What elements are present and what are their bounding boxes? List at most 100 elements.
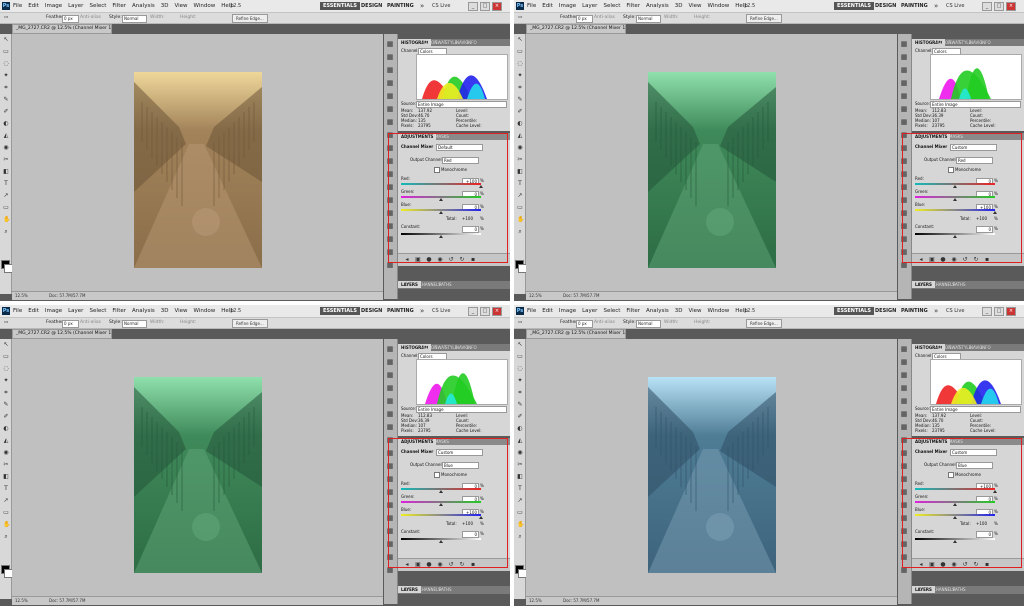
tool-icon[interactable]: ✂: [3, 157, 9, 163]
menu-item[interactable]: Layer: [582, 0, 597, 12]
dock-panel-icon[interactable]: ▦: [900, 66, 908, 74]
menu-item[interactable]: Analysis: [646, 305, 669, 317]
menu-item[interactable]: File: [527, 305, 536, 317]
refine-edge-button[interactable]: Refine Edge...: [232, 14, 268, 23]
tool-icon[interactable]: ✋: [517, 522, 524, 528]
source-select[interactable]: Entire Image: [416, 406, 507, 413]
cs-live-button[interactable]: CS Live: [432, 2, 450, 10]
tab-paths[interactable]: PATHS: [950, 586, 969, 593]
menu-item[interactable]: 3D: [161, 305, 169, 317]
menu-item[interactable]: Layer: [68, 0, 83, 12]
minimize-icon[interactable]: _: [982, 2, 992, 11]
tool-icon[interactable]: ↗: [517, 498, 523, 504]
dock-panel-icon[interactable]: ▦: [386, 92, 394, 100]
tool-icon[interactable]: T: [3, 486, 9, 492]
dock-panel-icon[interactable]: ▦: [900, 358, 908, 366]
refine-edge-button[interactable]: Refine Edge...: [232, 319, 268, 328]
dock-panel-icon[interactable]: ▦: [386, 397, 394, 405]
tool-icon[interactable]: ◉: [3, 450, 9, 456]
workspace-overflow-icon[interactable]: »: [420, 306, 424, 316]
document-canvas[interactable]: [526, 34, 897, 291]
tool-icon[interactable]: ◧: [517, 169, 523, 175]
minimize-icon[interactable]: _: [982, 307, 992, 316]
menu-item[interactable]: File: [13, 0, 22, 12]
tool-icon[interactable]: ◧: [517, 474, 523, 480]
tool-icon[interactable]: ⌗: [517, 85, 523, 91]
workspace-overflow-icon[interactable]: »: [420, 1, 424, 11]
tool-icon[interactable]: ✎: [3, 402, 9, 408]
menu-item[interactable]: Select: [603, 305, 620, 317]
dock-panel-icon[interactable]: ▦: [900, 345, 908, 353]
tool-icon[interactable]: ↗: [3, 498, 9, 504]
tool-icon[interactable]: ✐: [517, 414, 523, 420]
style-select[interactable]: Normal: [122, 320, 147, 328]
menu-item[interactable]: Image: [559, 0, 576, 12]
tool-icon[interactable]: ✋: [3, 217, 10, 223]
antialias-checkbox[interactable]: Anti-alias: [594, 319, 615, 327]
menu-item[interactable]: Analysis: [132, 0, 155, 12]
zoom-menu[interactable]: 12.5: [744, 305, 755, 317]
menu-item[interactable]: 3D: [161, 0, 169, 12]
tool-icon[interactable]: ▭: [3, 49, 9, 55]
dock-panel-icon[interactable]: ▦: [386, 345, 394, 353]
menu-item[interactable]: Layer: [582, 305, 597, 317]
tab-info[interactable]: INFO: [978, 344, 994, 351]
workspace-essentials[interactable]: ESSENTIALS: [320, 307, 360, 315]
tool-icon[interactable]: T: [3, 181, 9, 187]
tool-icon[interactable]: ✎: [517, 97, 523, 103]
tool-icon[interactable]: ✎: [517, 402, 523, 408]
close-icon[interactable]: ×: [1006, 307, 1016, 316]
tool-icon[interactable]: ✎: [3, 97, 9, 103]
feather-input[interactable]: 0 px: [576, 15, 593, 23]
menu-item[interactable]: View: [174, 0, 187, 12]
tool-icon[interactable]: ◐: [3, 426, 9, 432]
close-icon[interactable]: ×: [492, 2, 502, 11]
dock-panel-icon[interactable]: ▦: [900, 410, 908, 418]
menu-item[interactable]: Image: [45, 305, 62, 317]
workspace-essentials[interactable]: ESSENTIALS: [834, 307, 874, 315]
tool-icon[interactable]: ⌕: [517, 229, 523, 235]
menu-item[interactable]: Window: [194, 0, 216, 12]
workspace-painting[interactable]: PAINTING: [898, 2, 931, 10]
tool-icon[interactable]: ◌: [517, 61, 523, 67]
tab-paths[interactable]: PATHS: [950, 281, 969, 288]
tool-icon[interactable]: ◐: [517, 121, 523, 127]
tab-info[interactable]: INFO: [464, 344, 480, 351]
zoom-menu[interactable]: 12.5: [230, 0, 241, 12]
marquee-tool-icon[interactable]: ▭: [4, 319, 8, 327]
zoom-level[interactable]: 12.5%: [529, 597, 542, 605]
menu-item[interactable]: Analysis: [132, 305, 155, 317]
marquee-tool-icon[interactable]: ▭: [518, 319, 522, 327]
tool-icon[interactable]: ✦: [3, 73, 9, 79]
workspace-painting[interactable]: PAINTING: [384, 307, 417, 315]
menu-item[interactable]: View: [174, 305, 187, 317]
dock-panel-icon[interactable]: ▦: [386, 371, 394, 379]
feather-input[interactable]: 0 px: [62, 320, 79, 328]
refine-edge-button[interactable]: Refine Edge...: [746, 319, 782, 328]
tool-icon[interactable]: T: [517, 486, 523, 492]
close-icon[interactable]: ×: [1006, 2, 1016, 11]
tool-icon[interactable]: ↖: [517, 342, 523, 348]
workspace-painting[interactable]: PAINTING: [898, 307, 931, 315]
dock-panel-icon[interactable]: ▦: [386, 79, 394, 87]
menu-item[interactable]: Edit: [28, 305, 39, 317]
dock-panel-icon[interactable]: ▦: [900, 423, 908, 431]
marquee-tool-icon[interactable]: ▭: [518, 14, 522, 22]
tool-icon[interactable]: ◭: [517, 133, 523, 139]
menu-item[interactable]: Filter: [626, 305, 640, 317]
dock-panel-icon[interactable]: ▦: [386, 410, 394, 418]
tab-paths[interactable]: PATHS: [436, 586, 455, 593]
tool-icon[interactable]: ⌕: [3, 229, 9, 235]
source-select[interactable]: Entire Image: [416, 101, 507, 108]
tab-info[interactable]: INFO: [464, 39, 480, 46]
menu-item[interactable]: Window: [708, 0, 730, 12]
style-select[interactable]: Normal: [636, 320, 661, 328]
zoom-level[interactable]: 12.5%: [15, 292, 28, 300]
dock-panel-icon[interactable]: ▦: [900, 397, 908, 405]
workspace-overflow-icon[interactable]: »: [934, 1, 938, 11]
minimize-icon[interactable]: _: [468, 2, 478, 11]
tool-icon[interactable]: ◌: [3, 366, 9, 372]
tool-icon[interactable]: ⌗: [517, 390, 523, 396]
workspace-design[interactable]: DESIGN: [872, 307, 899, 315]
tool-icon[interactable]: ✐: [3, 109, 9, 115]
